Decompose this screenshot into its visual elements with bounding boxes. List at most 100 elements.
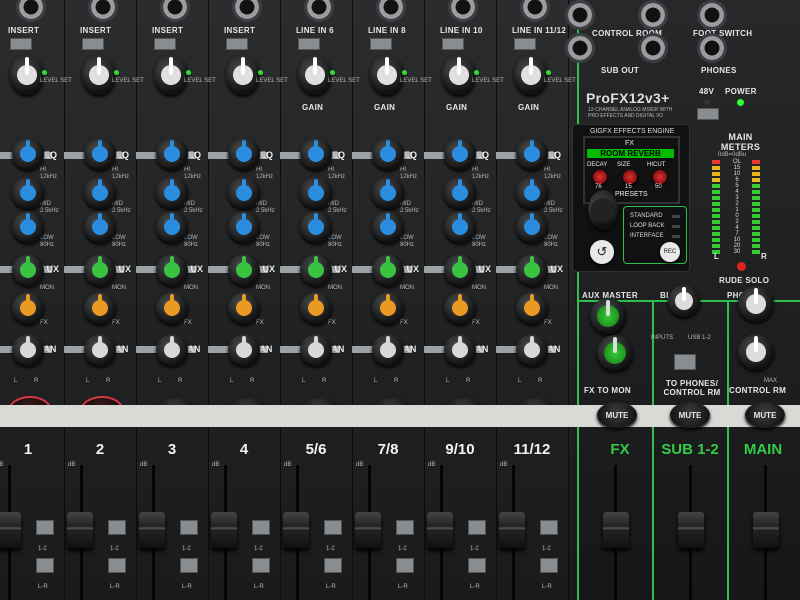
pan-knob[interactable] <box>372 334 404 366</box>
sub-out-jack-2[interactable] <box>638 33 668 63</box>
switch-button[interactable] <box>154 38 176 50</box>
hi-eq-knob[interactable] <box>444 138 476 170</box>
input-jack[interactable] <box>448 0 478 22</box>
mid-eq-knob[interactable] <box>156 177 188 209</box>
fx-to-mon-knob[interactable] <box>597 335 633 371</box>
main-assign-button[interactable] <box>468 558 486 573</box>
channel-fader[interactable] <box>0 512 21 548</box>
hi-eq-knob[interactable] <box>300 138 332 170</box>
channel-fader[interactable] <box>355 512 381 548</box>
low-eq-knob[interactable] <box>300 211 332 243</box>
switch-button[interactable] <box>82 38 104 50</box>
hi-eq-knob[interactable] <box>372 138 404 170</box>
aux-knob[interactable] <box>228 254 260 286</box>
low-eq-knob[interactable] <box>84 211 116 243</box>
sub-assign-button[interactable] <box>324 520 342 535</box>
fx-send-knob[interactable] <box>12 292 44 324</box>
main-assign-button[interactable] <box>108 558 126 573</box>
pan-knob[interactable] <box>84 334 116 366</box>
aux-knob[interactable] <box>84 254 116 286</box>
channel-fader[interactable] <box>139 512 165 548</box>
sub-out-jack-1[interactable] <box>565 33 595 63</box>
main-assign-button[interactable] <box>324 558 342 573</box>
pan-knob[interactable] <box>228 334 260 366</box>
phones-level-knob[interactable] <box>738 286 774 322</box>
channel-fader[interactable] <box>427 512 453 548</box>
sub-mute-button[interactable]: MUTE <box>670 402 710 428</box>
channel-fader[interactable] <box>283 512 309 548</box>
main-mute-button[interactable]: MUTE <box>745 402 785 428</box>
hi-eq-knob[interactable] <box>228 138 260 170</box>
back-button[interactable]: ↺ <box>590 240 614 264</box>
fx-send-knob[interactable] <box>444 292 476 324</box>
fx-send-knob[interactable] <box>300 292 332 324</box>
gain-knob[interactable] <box>82 55 116 95</box>
low-eq-knob[interactable] <box>156 211 188 243</box>
aux-knob[interactable] <box>300 254 332 286</box>
fx-send-knob[interactable] <box>516 292 548 324</box>
control-room-level-knob[interactable] <box>738 334 774 370</box>
channel-fader[interactable] <box>499 512 525 548</box>
sub-assign-button[interactable] <box>108 520 126 535</box>
control-room-jack-r[interactable] <box>638 0 668 30</box>
gain-knob[interactable] <box>154 55 188 95</box>
low-eq-knob[interactable] <box>228 211 260 243</box>
gain-knob[interactable] <box>10 55 44 95</box>
pan-knob[interactable] <box>12 334 44 366</box>
hi-eq-knob[interactable] <box>516 138 548 170</box>
main-assign-button[interactable] <box>36 558 54 573</box>
pan-knob[interactable] <box>156 334 188 366</box>
main-fader[interactable] <box>753 512 779 548</box>
low-eq-knob[interactable] <box>516 211 548 243</box>
aux-knob[interactable] <box>372 254 404 286</box>
mid-eq-knob[interactable] <box>300 177 332 209</box>
switch-button[interactable] <box>298 38 320 50</box>
usb-select-button[interactable] <box>674 354 696 370</box>
input-jack[interactable] <box>88 0 118 22</box>
input-jack[interactable] <box>304 0 334 22</box>
sub-assign-button[interactable] <box>468 520 486 535</box>
phones-jack[interactable] <box>697 33 727 63</box>
aux-knob[interactable] <box>444 254 476 286</box>
sub-assign-button[interactable] <box>252 520 270 535</box>
fx-send-knob[interactable] <box>84 292 116 324</box>
fx-mute-button[interactable]: MUTE <box>597 402 637 428</box>
switch-button[interactable] <box>10 38 32 50</box>
sub-assign-button[interactable] <box>180 520 198 535</box>
low-eq-knob[interactable] <box>444 211 476 243</box>
mid-eq-knob[interactable] <box>84 177 116 209</box>
fx-send-knob[interactable] <box>228 292 260 324</box>
hi-eq-knob[interactable] <box>12 138 44 170</box>
input-jack[interactable] <box>16 0 46 22</box>
sub-assign-button[interactable] <box>396 520 414 535</box>
input-jack[interactable] <box>232 0 262 22</box>
gain-knob[interactable] <box>442 55 476 95</box>
channel-fader[interactable] <box>67 512 93 548</box>
fx-fader[interactable] <box>603 512 629 548</box>
fx-send-knob[interactable] <box>156 292 188 324</box>
fx-encoder-knob[interactable] <box>588 190 618 230</box>
hi-eq-knob[interactable] <box>156 138 188 170</box>
fx-send-knob[interactable] <box>372 292 404 324</box>
gain-knob[interactable] <box>226 55 260 95</box>
aux-knob[interactable] <box>156 254 188 286</box>
low-eq-knob[interactable] <box>12 211 44 243</box>
foot-switch-jack[interactable] <box>697 0 727 30</box>
aux-knob[interactable] <box>12 254 44 286</box>
mid-eq-knob[interactable] <box>228 177 260 209</box>
sub-fader[interactable] <box>678 512 704 548</box>
switch-button[interactable] <box>442 38 464 50</box>
main-assign-button[interactable] <box>252 558 270 573</box>
gain-knob[interactable] <box>514 55 548 95</box>
channel-fader[interactable] <box>211 512 237 548</box>
sub-assign-button[interactable] <box>540 520 558 535</box>
switch-button[interactable] <box>370 38 392 50</box>
rec-button[interactable]: REC <box>660 242 680 262</box>
gain-knob[interactable] <box>370 55 404 95</box>
low-eq-knob[interactable] <box>372 211 404 243</box>
main-assign-button[interactable] <box>540 558 558 573</box>
aux-knob[interactable] <box>516 254 548 286</box>
pan-knob[interactable] <box>516 334 548 366</box>
main-assign-button[interactable] <box>396 558 414 573</box>
mid-eq-knob[interactable] <box>372 177 404 209</box>
